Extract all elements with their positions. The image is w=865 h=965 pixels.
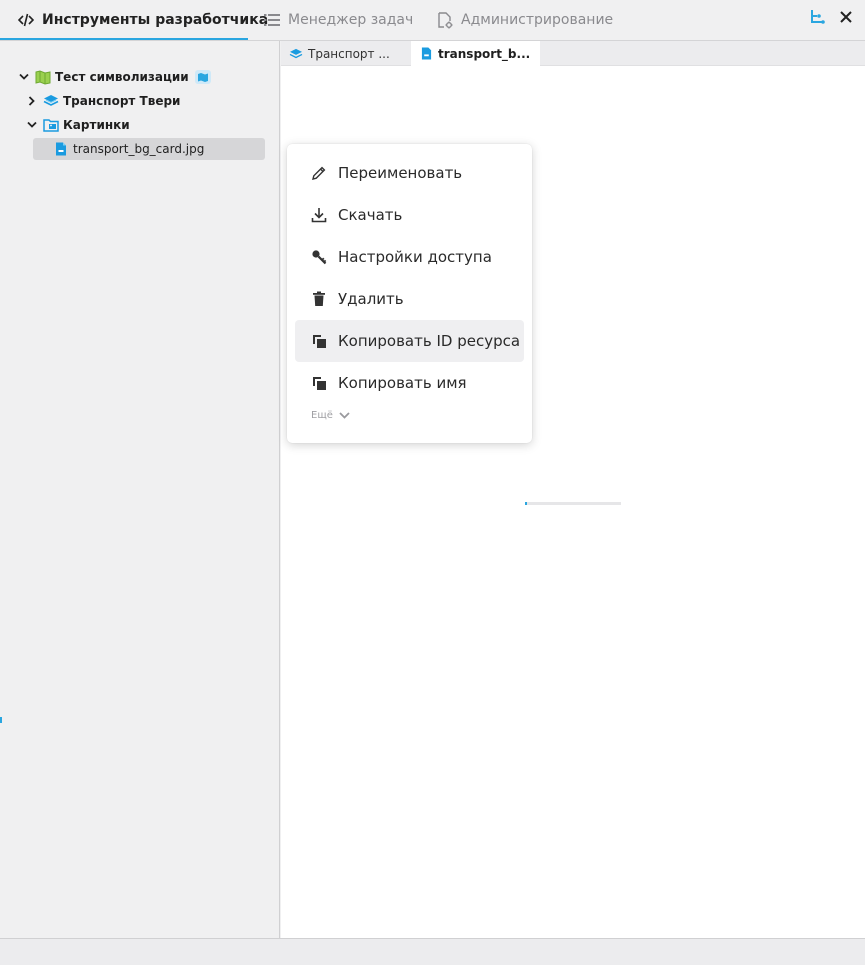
- menu-item-access-settings[interactable]: Настройки доступа: [295, 236, 524, 278]
- tree-structure-icon[interactable]: [809, 9, 825, 25]
- layers-icon: [289, 47, 303, 61]
- chevron-right-icon[interactable]: [25, 94, 39, 108]
- chevron-down-icon: [339, 412, 350, 419]
- menu-item-copy-resource-id[interactable]: Копировать ID ресурса: [295, 320, 524, 362]
- editor-tab-bar: Транспорт ... transport_b...: [281, 41, 865, 66]
- menu-item-copy-name[interactable]: Копировать имя: [295, 362, 524, 404]
- tree-item-root[interactable]: Тест символизации: [17, 66, 211, 88]
- editor-tab-image[interactable]: transport_b...: [411, 41, 540, 66]
- map-badge-icon: [194, 70, 211, 84]
- settings-file-icon: [436, 11, 454, 29]
- editor-tab-label: Транспорт ...: [308, 46, 390, 61]
- editor-tab-label: transport_b...: [438, 46, 531, 61]
- loading-progress-fill: [525, 502, 527, 505]
- menu-item-label: Переименовать: [338, 164, 463, 182]
- chevron-down-icon[interactable]: [25, 118, 39, 132]
- tree-item-image-file[interactable]: transport_bg_card.jpg: [33, 138, 265, 160]
- layers-icon: [43, 93, 59, 109]
- copy-icon: [310, 332, 328, 350]
- status-bar: [0, 938, 865, 965]
- tab-label: Администрирование: [461, 12, 614, 28]
- image-folder-icon: [43, 117, 59, 133]
- image-file-icon: [419, 47, 433, 61]
- image-file-icon: [53, 141, 69, 157]
- tab-label: Инструменты разработчика: [42, 12, 269, 28]
- menu-item-download[interactable]: Скачать: [295, 194, 524, 236]
- code-icon: [17, 11, 35, 29]
- tree-item-label: transport_bg_card.jpg: [73, 142, 205, 156]
- tree-item-label: Тест символизации: [55, 70, 189, 84]
- tree-item-transport-tver[interactable]: Транспорт Твери: [25, 90, 180, 112]
- window-controls: [809, 9, 853, 25]
- copy-icon: [310, 374, 328, 392]
- loading-progress-bar: [525, 502, 621, 505]
- top-tab-bar: Инструменты разработчика Менеджер задач …: [0, 0, 865, 41]
- resource-tree-panel: Тест символизации Транспорт Твери Картин…: [0, 41, 280, 938]
- edge-accent-mark: [0, 717, 2, 723]
- menu-more-label: Ещё: [311, 410, 333, 421]
- tab-administration[interactable]: Администрирование: [436, 0, 613, 40]
- context-menu: Переименовать Скачать Настройки доступа …: [287, 144, 532, 443]
- tree-item-label: Транспорт Твери: [63, 94, 181, 108]
- download-icon: [310, 206, 328, 224]
- trash-icon: [310, 290, 328, 308]
- tab-developer-tools[interactable]: Инструменты разработчика: [17, 0, 268, 40]
- menu-item-label: Копировать имя: [338, 374, 467, 392]
- active-tab-underline: [0, 38, 248, 40]
- menu-item-delete[interactable]: Удалить: [295, 278, 524, 320]
- map-icon: [35, 69, 51, 85]
- pencil-icon: [310, 164, 328, 182]
- menu-item-label: Скачать: [338, 206, 403, 224]
- editor-tab-transport[interactable]: Транспорт ...: [281, 41, 409, 66]
- menu-item-rename[interactable]: Переименовать: [295, 152, 524, 194]
- tree-item-pictures[interactable]: Картинки: [25, 114, 130, 136]
- chevron-down-icon[interactable]: [17, 70, 31, 84]
- menu-item-label: Настройки доступа: [338, 248, 492, 266]
- close-icon[interactable]: [839, 10, 853, 24]
- key-icon: [310, 248, 328, 266]
- menu-more-toggle[interactable]: Ещё: [311, 410, 350, 421]
- menu-item-label: Копировать ID ресурса: [338, 332, 521, 350]
- tab-label: Менеджер задач: [288, 12, 414, 28]
- tree-item-label: Картинки: [63, 118, 130, 132]
- menu-item-label: Удалить: [338, 290, 404, 308]
- list-icon: [263, 11, 281, 29]
- tab-task-manager[interactable]: Менеджер задач: [263, 0, 413, 40]
